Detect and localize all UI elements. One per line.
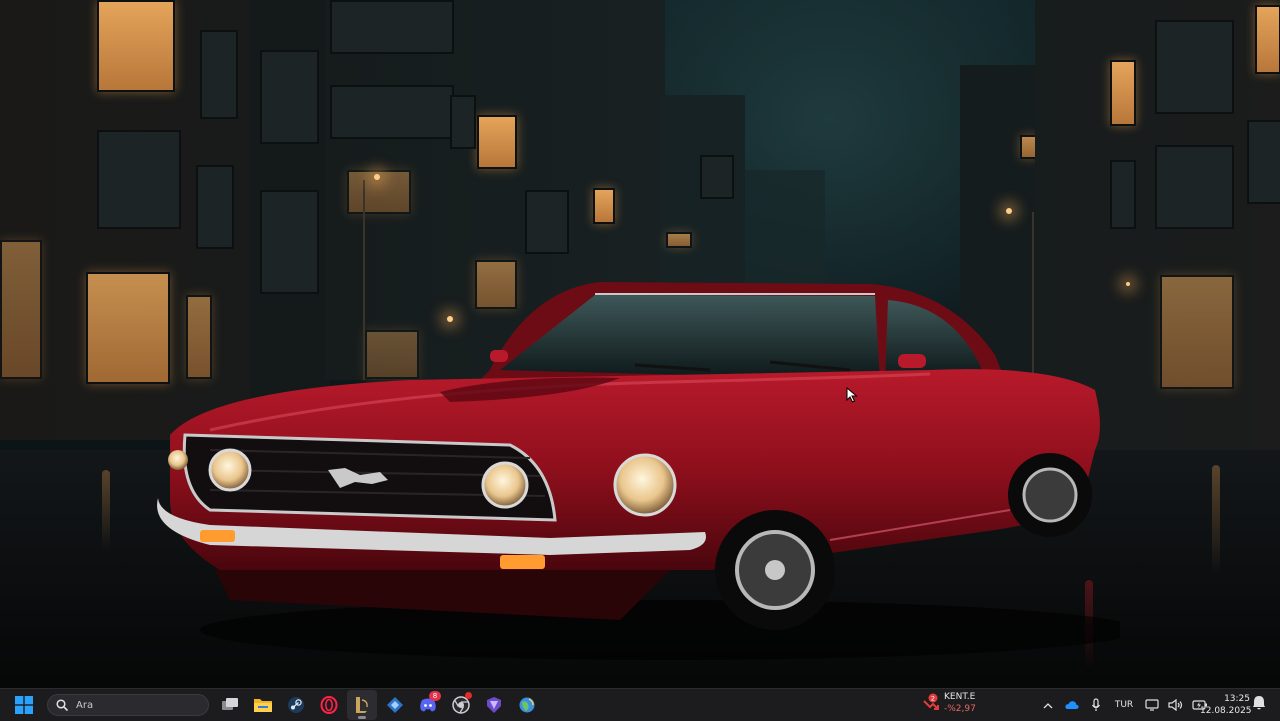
stock-widget[interactable]: 2 KENT.E -%2,97: [922, 691, 976, 715]
network-button[interactable]: [1140, 693, 1164, 717]
notification-badge: 8: [429, 691, 441, 701]
stock-badge-count: 2: [931, 694, 935, 702]
window: [1155, 145, 1234, 229]
stock-text: KENT.E -%2,97: [944, 691, 976, 715]
search-icon: [56, 699, 68, 711]
start-button[interactable]: [9, 690, 39, 720]
clock-time: 13:25: [1224, 694, 1250, 704]
window: [525, 190, 569, 254]
opera-gx-icon: [320, 696, 338, 714]
window: [97, 130, 181, 229]
system-tray: TUR: [1036, 689, 1212, 721]
valorant-tracker-icon: [387, 697, 403, 713]
light-reflection: [1212, 465, 1220, 575]
window: [330, 0, 454, 54]
window: [200, 30, 238, 119]
file-explorer-icon: [254, 699, 272, 712]
red-mustang-car: [157, 282, 1120, 660]
window: [1247, 120, 1280, 204]
taskbar: 8 2: [0, 688, 1280, 721]
pinned-apps: 8: [215, 690, 542, 720]
window-lit: [593, 188, 615, 224]
taskbar-search-box[interactable]: [47, 694, 209, 716]
search-input[interactable]: [74, 698, 198, 712]
volume-button[interactable]: [1164, 693, 1188, 717]
google-earth-button[interactable]: [512, 690, 542, 720]
light-reflection: [102, 470, 110, 550]
clock-date: 12.08.2025: [1200, 706, 1252, 716]
task-view-button[interactable]: [215, 690, 245, 720]
opera-gx-button[interactable]: [314, 690, 344, 720]
network-monitor-icon: [1145, 699, 1159, 711]
stock-change: -%2,97: [944, 704, 976, 714]
notification-center-button[interactable]: [1252, 695, 1266, 715]
steam-icon: [288, 697, 304, 713]
stock-down-icon: 2: [923, 693, 939, 710]
window-lit: [477, 115, 517, 169]
window-lit: [1110, 60, 1136, 126]
onedrive-cloud-icon: [1065, 701, 1079, 709]
bell-icon: [1253, 696, 1265, 710]
window: [1155, 20, 1234, 114]
clock[interactable]: 13:25 12.08.2025: [1200, 693, 1252, 717]
window-lit: [0, 240, 42, 379]
input-language[interactable]: TUR: [1108, 700, 1140, 710]
street-lamp: [374, 174, 380, 180]
windows-logo-icon: [15, 696, 33, 714]
window-lit: [97, 0, 175, 92]
chrome-button[interactable]: [446, 690, 476, 720]
chevron-up-icon: [1043, 702, 1053, 708]
speaker-icon: [1168, 699, 1183, 711]
window-lit: [666, 232, 692, 248]
window: [330, 85, 454, 139]
window: [450, 95, 476, 149]
league-of-legends-icon: [356, 697, 368, 713]
window: [1110, 160, 1136, 229]
league-of-legends-button[interactable]: [347, 690, 377, 720]
onedrive-button[interactable]: [1060, 693, 1084, 717]
stock-symbol: KENT.E: [944, 692, 976, 702]
notification-dot: [465, 692, 472, 699]
window: [700, 155, 734, 199]
riot-client-icon: [487, 697, 501, 713]
mouse-cursor-icon: [846, 387, 858, 403]
valorant-tracker-button[interactable]: [380, 690, 410, 720]
desktop-wallpaper: [0, 0, 1280, 688]
discord-button[interactable]: 8: [413, 690, 443, 720]
microphone-button[interactable]: [1084, 693, 1108, 717]
street-lamp: [1006, 208, 1012, 214]
riot-client-button[interactable]: [479, 690, 509, 720]
google-earth-icon: [519, 697, 535, 713]
street-lamp: [1126, 282, 1130, 286]
show-hidden-icons-button[interactable]: [1036, 693, 1060, 717]
window: [260, 50, 319, 144]
window-lit: [1160, 275, 1234, 389]
window-lit: [1255, 5, 1280, 74]
window: [196, 165, 234, 249]
microphone-icon: [1092, 698, 1100, 711]
steam-button[interactable]: [281, 690, 311, 720]
file-explorer-button[interactable]: [248, 690, 278, 720]
task-view-icon: [222, 698, 238, 710]
